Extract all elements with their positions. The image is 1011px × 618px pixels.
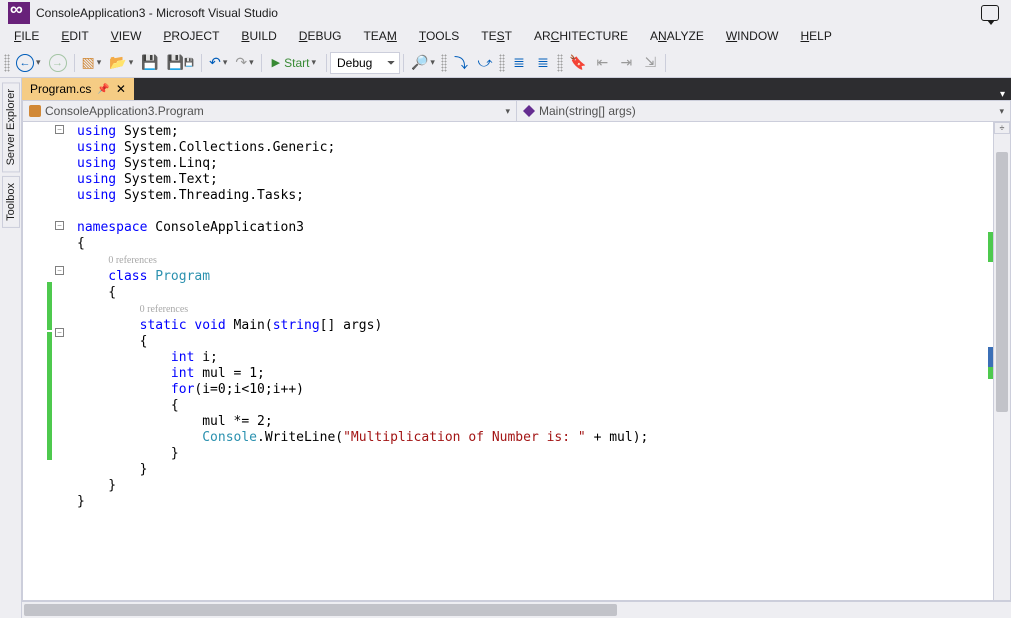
save-all-button[interactable]: 💾💾	[163, 51, 198, 75]
gutter: − − − −	[23, 122, 67, 600]
step-over-button[interactable]: ⤻	[473, 51, 497, 75]
horizontal-scrollbar[interactable]	[22, 601, 1011, 618]
save-button[interactable]: 💾	[137, 51, 162, 75]
document-tab-well: Program.cs 📌 ✕ ▾	[22, 78, 1011, 100]
feedback-icon[interactable]	[981, 5, 999, 21]
tab-overflow-icon[interactable]: ▾	[994, 89, 1011, 100]
change-indicator	[47, 332, 52, 460]
class-icon	[29, 105, 41, 117]
menu-architecture[interactable]: ARCHITECTURE	[524, 27, 638, 45]
close-tab-icon[interactable]: ✕	[116, 82, 126, 96]
code-text[interactable]: using System; using System.Collections.G…	[67, 122, 987, 600]
nav-forward-button[interactable]: →	[45, 51, 71, 75]
server-explorer-tab[interactable]: Server Explorer	[2, 82, 20, 172]
left-sidebar: Server Explorer Toolbox	[0, 78, 22, 618]
codelens-references[interactable]: 0 references	[108, 255, 157, 266]
nav-back-button[interactable]: ←	[12, 51, 45, 75]
method-icon	[523, 105, 535, 117]
menu-window[interactable]: WINDOW	[716, 27, 789, 45]
menu-bar: FILE EDIT VIEW PROJECT BUILD DEBUG TEAM …	[0, 26, 1011, 48]
menu-debug[interactable]: DEBUG	[289, 27, 352, 45]
document-tab-program[interactable]: Program.cs 📌 ✕	[22, 78, 134, 100]
prev-bookmark-button[interactable]: ⇤	[590, 51, 614, 75]
find-in-files-button[interactable]: 🔎	[407, 51, 439, 75]
toolbar-grip[interactable]	[4, 54, 10, 72]
outline-toggle[interactable]: −	[55, 266, 64, 275]
member-label: Main(string[] args)	[539, 104, 636, 118]
undo-button[interactable]: ↶	[205, 51, 231, 75]
outline-toggle[interactable]: −	[55, 125, 64, 134]
open-file-button[interactable]: 📂	[105, 51, 137, 75]
start-debug-button[interactable]: ▶Start	[265, 51, 323, 75]
change-indicator	[47, 282, 52, 330]
new-project-button[interactable]: ▧	[78, 51, 106, 75]
menu-tools[interactable]: TOOLS	[409, 27, 469, 45]
menu-project[interactable]: PROJECT	[153, 27, 229, 45]
menu-test[interactable]: TEST	[471, 27, 522, 45]
scope-selector[interactable]: ConsoleApplication3.Program	[23, 101, 517, 121]
step-into-button[interactable]: ⤵	[449, 51, 473, 75]
outline-toggle[interactable]: −	[55, 328, 64, 337]
menu-help[interactable]: HELP	[790, 27, 841, 45]
menu-file[interactable]: FILE	[4, 27, 49, 45]
pin-tab-icon[interactable]: 📌	[97, 84, 109, 95]
bookmark-button[interactable]: 🔖	[565, 51, 590, 75]
outline-toggle[interactable]: −	[55, 221, 64, 230]
scrollbar-thumb[interactable]	[24, 604, 617, 616]
split-handle-icon[interactable]: ÷	[994, 122, 1010, 134]
code-editor[interactable]: − − − − using System; using System.Colle…	[22, 122, 1011, 601]
scrollbar-thumb[interactable]	[996, 152, 1008, 412]
toolbar-grip-4[interactable]	[557, 54, 563, 72]
title-bar: ConsoleApplication3 - Microsoft Visual S…	[0, 0, 1011, 26]
menu-build[interactable]: BUILD	[231, 27, 286, 45]
scope-label: ConsoleApplication3.Program	[45, 104, 204, 118]
toolbar-grip-3[interactable]	[499, 54, 505, 72]
start-label: Start	[284, 56, 309, 70]
vertical-scrollbar[interactable]: ÷	[993, 122, 1010, 600]
vs-logo-icon	[8, 2, 30, 24]
menu-edit[interactable]: EDIT	[51, 27, 98, 45]
code-navigation-bar: ConsoleApplication3.Program Main(string[…	[22, 100, 1011, 122]
window-title: ConsoleApplication3 - Microsoft Visual S…	[36, 6, 278, 20]
codelens-references[interactable]: 0 references	[140, 304, 189, 315]
toolbar-grip-2[interactable]	[441, 54, 447, 72]
clear-bookmarks-button[interactable]: ⇲	[638, 51, 662, 75]
member-selector[interactable]: Main(string[] args)	[517, 101, 1010, 121]
solution-config-select[interactable]: Debug	[330, 52, 400, 74]
comment-out-button[interactable]: ≣	[507, 51, 531, 75]
toolbox-tab[interactable]: Toolbox	[2, 176, 20, 228]
uncomment-button[interactable]: ≣	[531, 51, 555, 75]
document-tab-label: Program.cs	[30, 82, 91, 96]
menu-view[interactable]: VIEW	[101, 27, 152, 45]
menu-team[interactable]: TEAM	[353, 27, 406, 45]
redo-button[interactable]: ↷	[231, 51, 257, 75]
next-bookmark-button[interactable]: ⇥	[614, 51, 638, 75]
menu-analyze[interactable]: ANALYZE	[640, 27, 714, 45]
standard-toolbar: ← → ▧ 📂 💾 💾💾 ↶ ↷ ▶Start Debug 🔎 ⤵ ⤻ ≣ ≣ …	[0, 48, 1011, 78]
